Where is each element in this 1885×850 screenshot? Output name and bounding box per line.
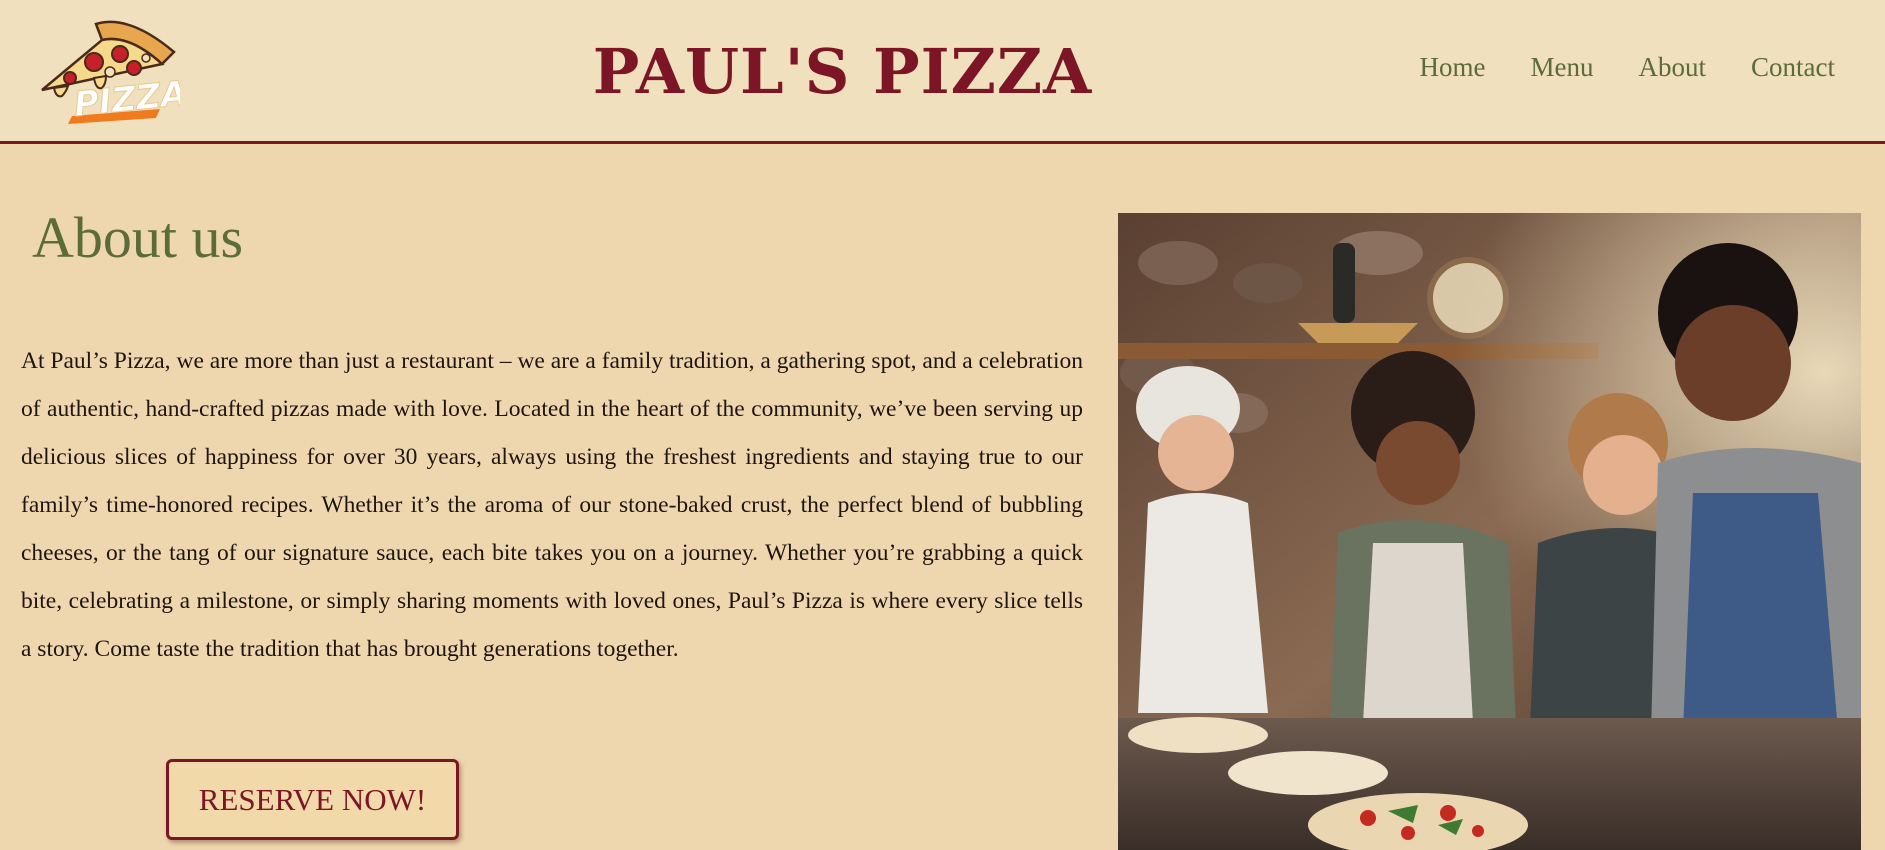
people-making-pizza-image <box>1118 213 1861 850</box>
about-heading: About us <box>32 205 244 270</box>
about-paragraph: At Paul’s Pizza, we are more than just a… <box>21 348 1083 662</box>
kitchen-photo <box>1118 213 1861 850</box>
main-nav: Home Menu About Contact <box>1420 52 1835 83</box>
reserve-now-button[interactable]: RESERVE NOW! <box>166 759 459 840</box>
nav-menu-link[interactable]: Menu <box>1531 52 1594 83</box>
nav-contact-link[interactable]: Contact <box>1751 52 1835 83</box>
nav-home-link[interactable]: Home <box>1420 52 1486 83</box>
site-header: PIZZA PAUL'S PIZZA Home Menu About Conta… <box>0 0 1885 144</box>
nav-about-link[interactable]: About <box>1639 52 1707 83</box>
